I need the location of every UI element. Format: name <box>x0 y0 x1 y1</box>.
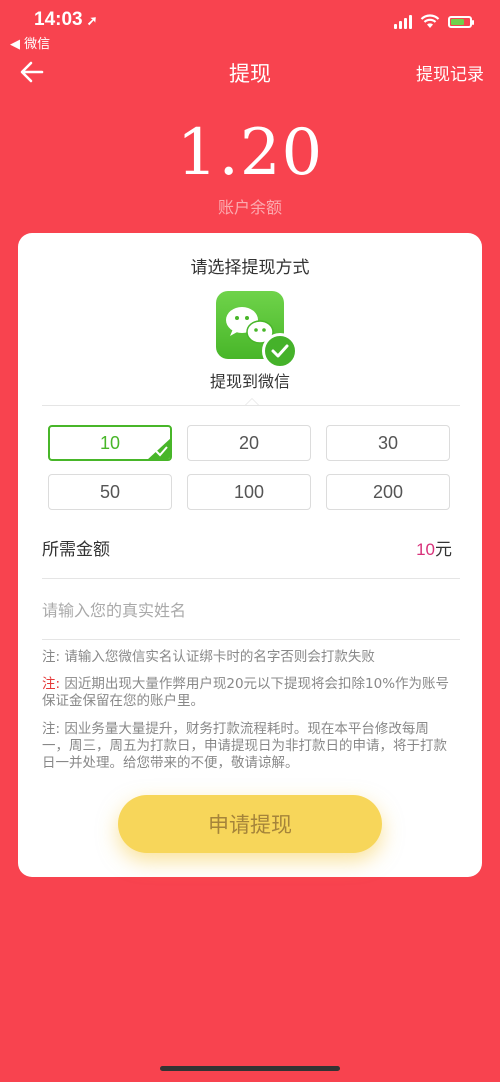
balance-value: 1.20 <box>176 116 324 190</box>
back-to-app-link[interactable]: ◀ 微信 <box>10 33 50 52</box>
amount-option-30[interactable]: 30 <box>326 425 450 461</box>
wifi-icon <box>420 14 440 28</box>
balance-label: 账户余额 <box>217 198 282 217</box>
amount-label: 100 <box>233 481 265 502</box>
amount-label: 200 <box>372 481 404 502</box>
caret-indicator <box>245 398 259 405</box>
divider <box>42 578 460 579</box>
amount-option-200[interactable]: 200 <box>326 474 450 510</box>
required-amount-number: 10 <box>416 540 435 559</box>
note-fee: 注: 因近期出现大量作弊用户现20元以下提现将会扣除10%作为账号保证金保留在您… <box>42 676 452 710</box>
amount-option-50[interactable]: 50 <box>48 474 172 510</box>
divider <box>42 405 460 406</box>
note-realname: 注: 请输入您微信实名认证绑卡时的名字否则会打款失败 <box>42 649 375 665</box>
divider <box>42 639 460 640</box>
currency-unit: 元 <box>435 540 452 560</box>
selected-check-icon <box>262 333 298 369</box>
amount-label: 50 <box>99 481 121 502</box>
amount-option-20[interactable]: 20 <box>187 425 311 461</box>
amount-label: 10 <box>99 432 121 453</box>
signal-icon <box>394 14 412 29</box>
withdraw-card: 请选择提现方式 提现到微信 10 20 30 50 100 200 所需金额 1… <box>18 233 482 877</box>
amount-label: 30 <box>377 432 399 453</box>
note-prefix: 注: <box>42 676 61 692</box>
required-amount-label: 所需金额 <box>42 540 110 560</box>
amount-option-10[interactable]: 10 <box>48 425 172 461</box>
nav-bar: 提现 提现记录 <box>0 56 500 96</box>
system-icons <box>394 14 474 29</box>
home-indicator <box>160 1066 340 1071</box>
status-bar: 14:03 ➚ ◀ 微信 <box>0 0 500 56</box>
amount-option-100[interactable]: 100 <box>187 474 311 510</box>
note-text: 因近期出现大量作弊用户现20元以下提现将会扣除10%作为账号保证金保留在您的账户… <box>42 676 450 709</box>
method-title: 请选择提现方式 <box>190 258 310 278</box>
required-amount-value: 10元 <box>416 535 452 560</box>
amount-label: 20 <box>238 432 260 453</box>
withdraw-record-link[interactable]: 提现记录 <box>416 60 484 85</box>
location-arrow-icon: ➚ <box>86 13 98 28</box>
method-label: 提现到微信 <box>209 372 290 391</box>
real-name-input[interactable] <box>40 591 464 629</box>
status-time: 14:03 ➚ <box>34 9 98 30</box>
apply-withdraw-button[interactable]: 申请提现 <box>118 795 382 853</box>
battery-icon <box>448 15 474 28</box>
check-icon <box>155 446 168 457</box>
note-schedule: 注: 因业务量大量提升，财务打款流程耗时。现在本平台修改每周一，周三，周五为打款… <box>42 721 447 771</box>
